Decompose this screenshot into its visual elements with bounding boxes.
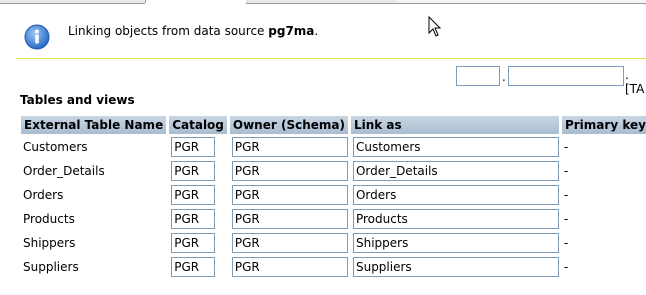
table-row: Order_Details PGR PGR Order_Details - [21, 160, 646, 182]
catalog-filter-input[interactable] [456, 66, 500, 86]
link-as-input[interactable]: Customers [352, 137, 559, 157]
primary-key-value: - [563, 260, 569, 274]
table-header-row: External Table Name Catalog Owner (Schem… [21, 116, 646, 134]
primary-key-value: - [563, 164, 569, 178]
tab-strip [0, 0, 646, 6]
table-row: Suppliers PGR PGR Suppliers - [21, 256, 646, 278]
catalog-input[interactable]: PGR [171, 137, 216, 157]
catalog-input[interactable]: PGR [171, 185, 216, 205]
owner-input[interactable]: PGR [231, 137, 348, 157]
link-as-input[interactable]: Orders [352, 185, 559, 205]
message-text: Linking objects from data source pg7ma. [68, 24, 318, 38]
table-name: Suppliers [23, 260, 79, 274]
tab-right[interactable] [246, 0, 396, 4]
table-row: Orders PGR PGR Orders - [21, 184, 646, 206]
data-source-name: pg7ma [268, 24, 315, 38]
owner-input[interactable]: PGR [231, 185, 348, 205]
table-row: Products PGR PGR Products - [21, 208, 646, 230]
separator-dot: . [502, 70, 506, 84]
link-as-input[interactable]: Suppliers [352, 257, 559, 277]
catalog-input[interactable]: PGR [171, 257, 216, 277]
link-as-input[interactable]: Order_Details [352, 161, 559, 181]
col-primary-keys: Primary key(s) [561, 116, 646, 134]
owner-input[interactable]: PGR [231, 233, 348, 253]
col-owner: Owner (Schema) [229, 116, 348, 134]
table-name: Shippers [23, 236, 76, 250]
primary-key-value: - [563, 140, 569, 154]
primary-key-value: - [563, 188, 569, 202]
primary-key-value: - [563, 236, 569, 250]
mouse-pointer-icon [428, 16, 442, 37]
catalog-input[interactable]: PGR [171, 209, 216, 229]
owner-input[interactable]: PGR [231, 257, 348, 277]
owner-input[interactable]: PGR [231, 209, 348, 229]
table-name: Orders [23, 188, 64, 202]
link-as-input[interactable]: Products [352, 209, 559, 229]
tab-left[interactable] [0, 0, 145, 4]
message-suffix: . [314, 24, 319, 38]
table-row: Shippers PGR PGR Shippers - [21, 232, 646, 254]
message-prefix: Linking objects from data source [68, 24, 265, 38]
section-title: Tables and views [20, 93, 135, 107]
link-as-input[interactable]: Shippers [352, 233, 559, 253]
table-name: Customers [23, 140, 88, 154]
primary-key-value: - [563, 212, 569, 226]
tab-far-right[interactable] [396, 0, 646, 4]
table-name: Products [23, 212, 75, 226]
col-external-table-name: External Table Name [21, 116, 167, 134]
table-filter-prefix: .[TA [625, 68, 645, 96]
col-link-as: Link as [350, 116, 559, 134]
tab-active[interactable] [145, 0, 247, 3]
table-name: Order_Details [23, 164, 105, 178]
table-row: Customers PGR PGR Customers - [21, 136, 646, 158]
info-icon [24, 24, 50, 50]
catalog-input[interactable]: PGR [171, 233, 216, 253]
catalog-input[interactable]: PGR [171, 161, 216, 181]
owner-input[interactable]: PGR [231, 161, 348, 181]
tables-list: External Table Name Catalog Owner (Schem… [18, 114, 646, 280]
message-bar: Linking objects from data source pg7ma. [16, 10, 646, 59]
schema-filter-input[interactable] [508, 66, 624, 86]
col-catalog: Catalog [169, 116, 227, 134]
